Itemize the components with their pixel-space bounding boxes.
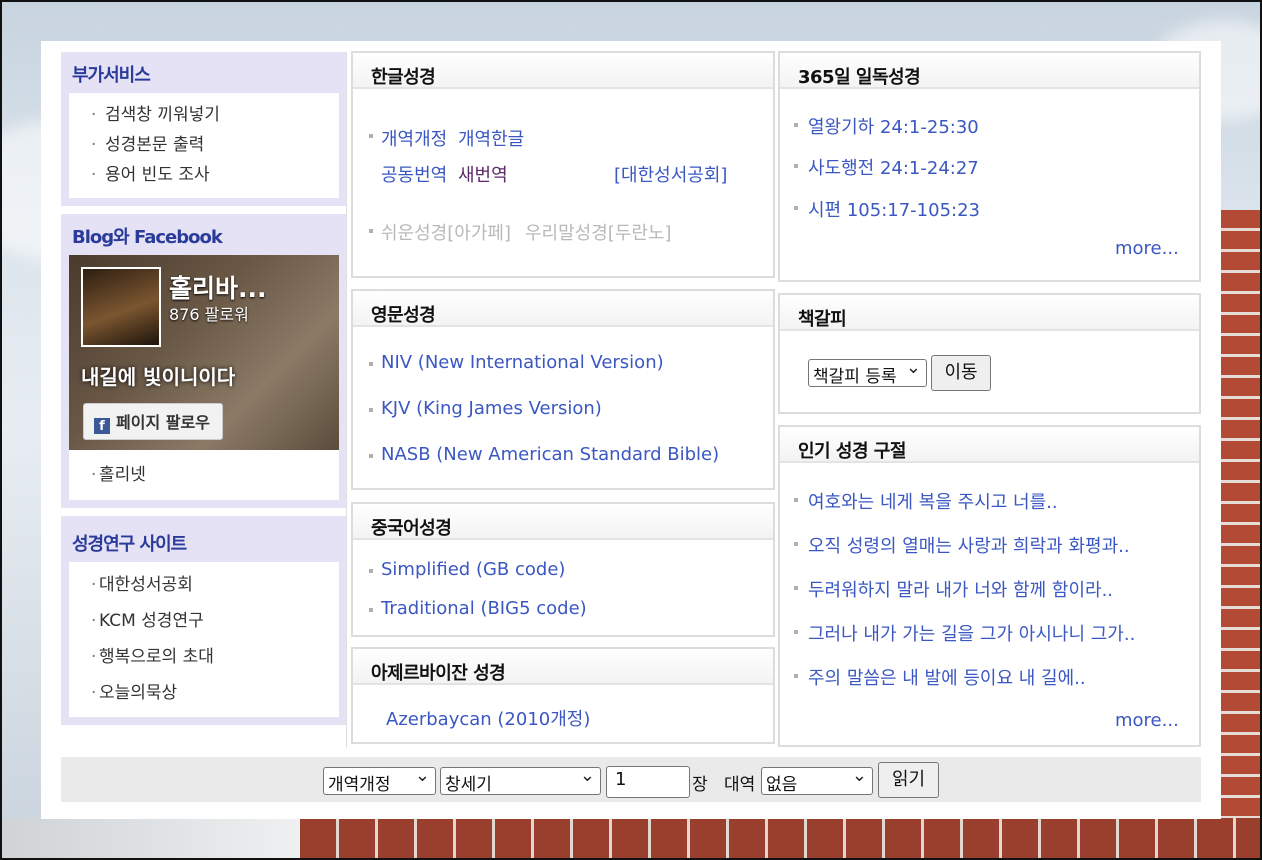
popular-item-4[interactable]: 그러나 내가 가는 길을 그가 아시나니 그가.. (808, 620, 1135, 646)
left-sidebar: 부가서비스 검색창 끼워넣기 성경본문 출력 용어 빈도 조사 Blog와 Fa… (61, 52, 347, 733)
facebook-follow-label: 페이지 팔로우 (116, 413, 210, 432)
blog-box: Blog와 Facebook 홀리바... 876 팔로워 내길에 빛이니이다 … (61, 214, 347, 508)
parallel-select-value: 없음 (766, 775, 798, 795)
bullet (794, 498, 798, 502)
brick-wall-bottom (300, 818, 1262, 860)
reader-bar: 개역개정 창세기 1 장 대역 없음 읽기 (61, 757, 1201, 802)
link-easy-bible: 쉬운성경[아가페] (381, 223, 511, 244)
services-box: 부가서비스 검색창 끼워넣기 성경본문 출력 용어 빈도 조사 (61, 52, 347, 206)
roof (0, 818, 300, 860)
bullet (794, 674, 798, 678)
divider (346, 52, 347, 748)
study-link-meditation[interactable]: 오늘의묵상 (69, 675, 339, 711)
facebook-followers: 876 팔로워 (169, 305, 249, 324)
main-panel: 부가서비스 검색창 끼워넣기 성경본문 출력 용어 빈도 조사 Blog와 Fa… (41, 41, 1221, 819)
service-print-text[interactable]: 성경본문 출력 (69, 130, 339, 160)
bullet (369, 229, 373, 233)
study-title: 성경연구 사이트 (72, 534, 187, 555)
parallel-select[interactable]: 없음 (761, 765, 873, 795)
link-traditional[interactable]: Traditional (BIG5 code) (381, 598, 587, 619)
bookmark-select[interactable]: 책갈피 등록 (808, 357, 927, 387)
popular-item-5[interactable]: 주의 말씀은 내 발에 등이요 내 길에.. (808, 664, 1086, 690)
daily-item-1[interactable]: 열왕기하 24:1-25:30 (808, 113, 979, 139)
daily-more-link[interactable]: more... (1115, 238, 1179, 259)
bookmark-box: 책갈피 책갈피 등록 이동 (778, 293, 1201, 414)
bookmark-go-button[interactable]: 이동 (931, 355, 991, 391)
popular-verses-title: 인기 성경 구절 (780, 427, 1199, 463)
english-bible-title: 영문성경 (353, 291, 773, 327)
blog-title: Blog와 Facebook (72, 227, 223, 248)
bullet (794, 630, 798, 634)
link-sae-beonyeok[interactable]: 새번역 (458, 161, 508, 187)
daily-reading-box: 365일 일독성경 열왕기하 24:1-25:30 사도행전 24:1-24:2… (778, 51, 1201, 282)
bullet (794, 123, 798, 127)
study-link-kcm[interactable]: KCM 성경연구 (69, 603, 339, 639)
popular-verses-box: 인기 성경 구절 여호와는 네게 복을 주시고 너를.. 오직 성령의 열매는 … (778, 425, 1201, 747)
facebook-page-thumbnail[interactable] (81, 267, 161, 347)
study-link-bible-society[interactable]: 대한성서공회 (69, 567, 339, 603)
azerbaijan-bible-box: 아제르바이잔 성경 Azerbaycan (2010개정) (351, 647, 775, 744)
bullet (369, 362, 373, 366)
chinese-bible-box: 중국어성경 Simplified (GB code) Traditional (… (351, 502, 775, 637)
book-select[interactable]: 창세기 (440, 765, 601, 795)
chinese-bible-title: 중국어성경 (353, 504, 773, 540)
bullet (369, 408, 373, 412)
read-button[interactable]: 읽기 (878, 762, 939, 798)
services-title: 부가서비스 (72, 65, 151, 86)
korean-bible-title: 한글성경 (353, 53, 773, 89)
brick-wall (1220, 210, 1262, 860)
service-search-embed[interactable]: 검색창 끼워넣기 (69, 100, 339, 130)
bookmark-select-value: 책갈피 등록 (813, 367, 897, 387)
daily-item-3[interactable]: 시편 105:17-105:23 (808, 196, 980, 222)
chapter-input[interactable]: 1 (606, 766, 690, 798)
popular-more-link[interactable]: more... (1115, 710, 1179, 731)
parallel-label: 대역 (724, 775, 756, 795)
study-box: 성경연구 사이트 대한성서공회 KCM 성경연구 행복으로의 초대 오늘의묵상 (61, 516, 347, 725)
bullet (369, 454, 373, 458)
version-select[interactable]: 개역개정 (323, 765, 436, 795)
bullet (369, 569, 373, 573)
link-azerbaycan[interactable]: Azerbaycan (2010개정) (386, 705, 590, 731)
korean-bible-box: 한글성경 개역개정 개역한글 공동번역 새번역 [대한성서공회] 쉬운성경[아가… (351, 51, 775, 278)
popular-item-1[interactable]: 여호와는 네게 복을 주시고 너를.. (808, 488, 1058, 514)
link-gongdong-beonyeok[interactable]: 공동번역 (381, 161, 447, 187)
link-urimal-bible: 우리말성경[두란노] (525, 223, 672, 244)
azerbaijan-bible-title: 아제르바이잔 성경 (353, 649, 773, 685)
facebook-cover-text: 내길에 빛이니이다 (81, 365, 236, 389)
daily-item-2[interactable]: 사도행전 24:1-24:27 (808, 154, 979, 180)
link-nasb[interactable]: NASB (New American Standard Bible) (381, 444, 719, 465)
bookmark-title: 책갈피 (780, 295, 1199, 331)
blog-link-holynet[interactable]: 홀리넷 (69, 460, 339, 490)
link-gaeyeok-hangeul[interactable]: 개역한글 (458, 125, 524, 151)
popular-item-3[interactable]: 두려워하지 말라 내가 너와 함께 함이라.. (808, 576, 1113, 602)
facebook-icon: f (94, 418, 110, 434)
version-select-value: 개역개정 (328, 775, 391, 795)
bullet (369, 134, 373, 138)
daily-reading-title: 365일 일독성경 (780, 53, 1199, 89)
service-word-frequency[interactable]: 용어 빈도 조사 (69, 160, 339, 190)
bullet (794, 206, 798, 210)
bullet (369, 608, 373, 612)
link-bible-society[interactable]: [대한성서공회] (614, 161, 727, 187)
book-select-value: 창세기 (445, 775, 492, 795)
link-simplified[interactable]: Simplified (GB code) (381, 559, 565, 580)
bullet (794, 542, 798, 546)
popular-item-2[interactable]: 오직 성령의 열매는 사랑과 희락과 화평과.. (808, 532, 1130, 558)
chapter-unit: 장 (692, 775, 708, 795)
bullet (794, 164, 798, 168)
link-kjv[interactable]: KJV (King James Version) (381, 398, 602, 419)
bullet (794, 586, 798, 590)
link-gaeyeok-gaejeong[interactable]: 개역개정 (381, 125, 447, 151)
english-bible-box: 영문성경 NIV (New International Version) KJV… (351, 289, 775, 490)
facebook-follow-button[interactable]: f 페이지 팔로우 (83, 403, 223, 440)
link-niv[interactable]: NIV (New International Version) (381, 352, 664, 373)
facebook-widget[interactable]: 홀리바... 876 팔로워 내길에 빛이니이다 f 페이지 팔로우 (69, 255, 339, 450)
facebook-page-name[interactable]: 홀리바... (169, 269, 267, 305)
study-link-invitation[interactable]: 행복으로의 초대 (69, 639, 339, 675)
